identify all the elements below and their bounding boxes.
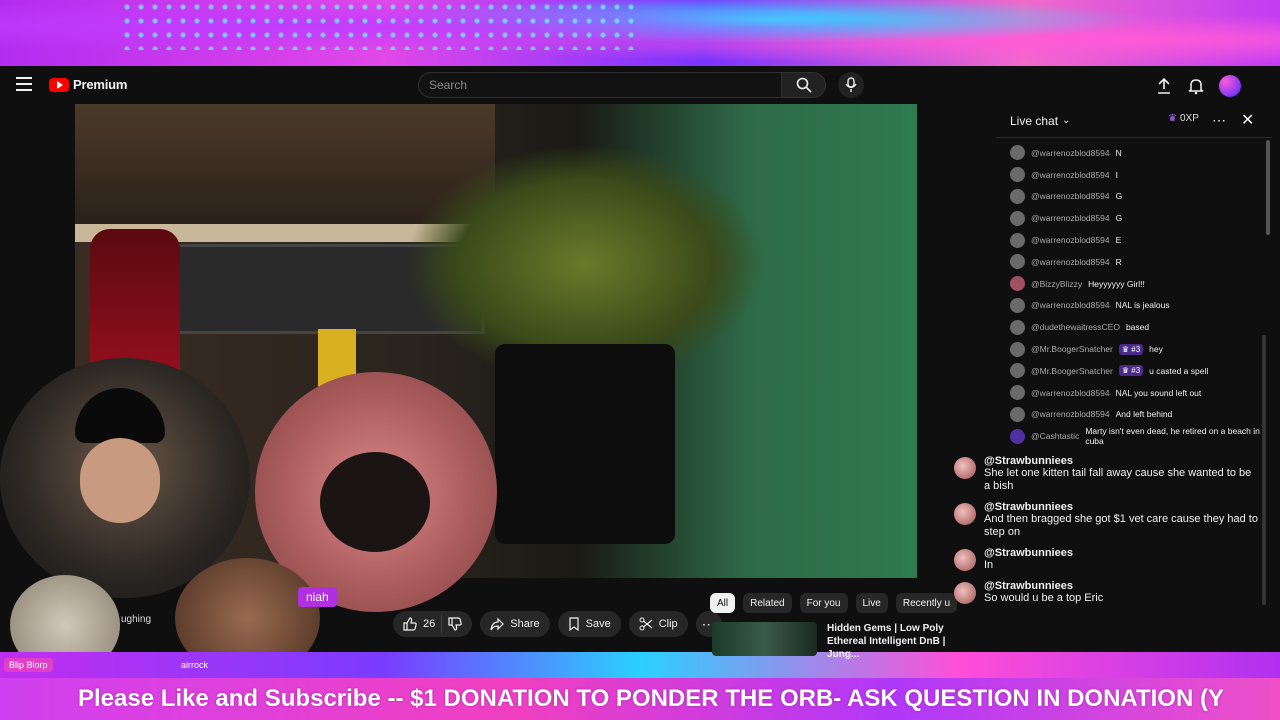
webcam-bubble-1: [0, 358, 250, 598]
comment-item: @Strawbunniees And then bragged she got $…: [950, 501, 1260, 539]
avatar: [1010, 188, 1025, 204]
avatar: [1010, 297, 1025, 313]
save-label: Save: [585, 618, 611, 630]
like-count: 26: [423, 618, 436, 630]
stream-overlay-top: [0, 0, 1280, 66]
share-button[interactable]: Share: [480, 611, 550, 637]
thumbs-down-icon[interactable]: [448, 617, 462, 631]
comment-overlay: @Strawbunniees She let one kitten tail fa…: [950, 455, 1260, 613]
chat-message: @warrenozblod8594 R: [1010, 251, 1272, 273]
xp-badge[interactable]: ♛ 0XP: [1168, 113, 1199, 124]
video-actions: 26 Share Save Clip ⋯: [393, 611, 722, 637]
webcam-label-2: airrock: [181, 660, 209, 670]
donation-ticker: Please Like and Subscribe -- $1 DONATION…: [0, 678, 1280, 720]
top-bar: Premium Search: [0, 66, 1280, 104]
overlay-label-laughing: ughing: [121, 614, 152, 625]
voice-search-button[interactable]: [838, 72, 864, 98]
avatar: [1010, 167, 1025, 183]
avatar: [1010, 276, 1025, 292]
clip-button[interactable]: Clip: [628, 611, 688, 637]
chat-message: @warrenozblod8594 E: [1010, 229, 1272, 251]
chip-for-you[interactable]: For you: [799, 593, 848, 613]
avatar: [1010, 210, 1025, 226]
notifications-bell-icon[interactable]: [1187, 77, 1205, 95]
mic-icon: [845, 77, 857, 92]
search-button[interactable]: [782, 72, 826, 98]
avatar: [1010, 319, 1025, 335]
avatar: [954, 582, 976, 604]
comment-item: @Strawbunniees In: [950, 547, 1260, 572]
chip-live[interactable]: Live: [855, 593, 888, 613]
avatar: [954, 457, 976, 479]
recommendation-title[interactable]: Hidden Gems | Low Poly Ethereal Intellig…: [827, 622, 967, 661]
search-icon: [796, 77, 812, 93]
chat-message: @warrenozblod8594 NAL is jealous: [1010, 295, 1272, 317]
page-scrollbar[interactable]: [1262, 335, 1266, 605]
bookmark-icon: [569, 617, 579, 631]
chat-message: @dudethewaitressCEO based: [1010, 316, 1272, 338]
crown-icon: ♛: [1168, 113, 1177, 124]
avatar: [1010, 254, 1025, 270]
chat-message: @Mr.BoogerSnatcher ♛ #3 hey: [1010, 338, 1272, 360]
comment-item: @Strawbunniees She let one kitten tail fa…: [950, 455, 1260, 493]
webcam-label-1: Blip Blorp: [4, 658, 53, 672]
member-badge: ♛ #3: [1118, 365, 1144, 377]
chevron-down-icon[interactable]: ⌄: [1062, 115, 1070, 126]
upload-icon[interactable]: [1155, 77, 1173, 95]
share-icon: [490, 617, 505, 631]
avatar: [954, 503, 976, 525]
chat-message: @warrenozblod8594 N: [1010, 142, 1272, 164]
chat-message: @BizzyBlizzy Heyyyyyy Girl!!: [1010, 273, 1272, 295]
chat-message: @Cashtastic Marty isn't even dead, he ret…: [1010, 425, 1272, 447]
thumbs-up-icon[interactable]: [403, 617, 417, 631]
comment-item: @Strawbunniees So would u be a top Eric: [950, 580, 1260, 605]
account-avatar[interactable]: [1219, 75, 1241, 97]
chat-message: @warrenozblod8594 G: [1010, 207, 1272, 229]
save-button[interactable]: Save: [557, 611, 621, 637]
live-chat-title[interactable]: Live chat: [1010, 114, 1058, 128]
chip-recently-uploaded[interactable]: Recently u: [895, 593, 958, 613]
avatar: [954, 549, 976, 571]
clip-label: Clip: [658, 618, 678, 630]
close-icon[interactable]: ✕: [1241, 110, 1254, 130]
xp-value: 0XP: [1179, 113, 1199, 124]
recommendation-thumbnail[interactable]: [712, 622, 817, 656]
chat-more-icon[interactable]: ⋯: [1212, 112, 1226, 129]
logo-text: Premium: [73, 77, 128, 92]
chat-message: @warrenozblod8594 I: [1010, 164, 1272, 186]
avatar: [1010, 363, 1025, 379]
avatar: [1010, 341, 1025, 357]
overlay-name-tag: niah: [298, 587, 337, 607]
member-badge: ♛ #3: [1118, 343, 1144, 355]
logo[interactable]: Premium: [49, 77, 127, 92]
chat-message: @Mr.BoogerSnatcher ♛ #3 u casted a spell: [1010, 360, 1272, 382]
recommendation-item[interactable]: Hidden Gems | Low Poly Ethereal Intellig…: [712, 622, 967, 661]
chat-message: @warrenozblod8594 NAL you sound left out: [1010, 382, 1272, 404]
avatar: [1010, 145, 1025, 161]
youtube-logo-icon: [49, 77, 69, 92]
avatar: [1010, 232, 1025, 248]
share-label: Share: [510, 618, 540, 630]
recommendation-chips: All Related For you Live Recently u: [710, 593, 958, 613]
search-input[interactable]: Search: [418, 72, 782, 98]
chip-all[interactable]: All: [710, 593, 736, 613]
chat-message: @warrenozblod8594 And left behind: [1010, 404, 1272, 426]
live-chat-header: Live chat ⌄ ♛ 0XP ⋯ ✕: [996, 104, 1272, 138]
menu-icon[interactable]: [16, 77, 32, 91]
avatar: [1010, 428, 1025, 444]
avatar: [1010, 385, 1025, 401]
chat-message-list: @warrenozblod8594 N @warrenozblod8594 I @w…: [996, 138, 1272, 447]
chip-related[interactable]: Related: [743, 593, 792, 613]
chat-message: @warrenozblod8594 G: [1010, 186, 1272, 208]
scissors-icon: [639, 617, 653, 631]
like-dislike-group: 26: [393, 611, 473, 637]
ticker-text: Please Like and Subscribe -- $1 DONATION…: [78, 685, 1224, 712]
chat-scrollbar[interactable]: [1266, 140, 1270, 235]
avatar: [1010, 406, 1025, 422]
